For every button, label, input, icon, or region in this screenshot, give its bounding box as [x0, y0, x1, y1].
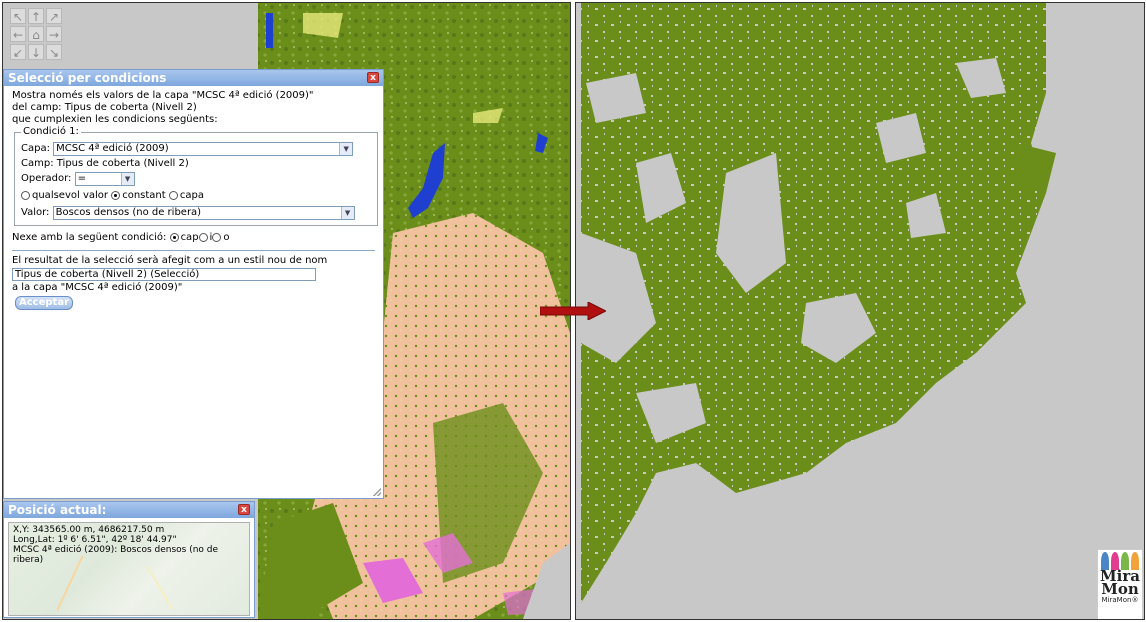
operator-label: Operador:	[21, 172, 72, 184]
any-value-label: qualsevol valor	[32, 189, 109, 201]
pan-northeast-button[interactable]: ↗	[46, 8, 62, 24]
layer-value-readout: MCSC 4ª edició (2009): Boscos densos (no…	[13, 545, 219, 565]
next-and-radio[interactable]	[198, 233, 208, 242]
layer-radio-label: capa	[179, 189, 204, 201]
pan-north-button[interactable]: ↑	[28, 8, 44, 24]
next-none-label: cap	[180, 231, 199, 243]
position-dialog-title: Posició actual:	[8, 503, 107, 517]
pan-northwest-button[interactable]: ↖	[10, 8, 26, 24]
next-or-label: o	[223, 231, 230, 243]
current-position-dialog: Posició actual: x X,Y: 343565.00 m, 4686…	[3, 501, 255, 618]
layer-select[interactable]: MCSC 4ª edició (2009) ▼	[53, 141, 354, 156]
longlat-coordinates: Long,Lat: 1º 6' 6.51", 42º 18' 44.97"	[13, 535, 177, 545]
value-label: Valor:	[21, 206, 50, 218]
resize-handle-icon[interactable]	[373, 488, 381, 496]
right-map-view[interactable]: Mira Mon MiraMon®	[575, 2, 1145, 620]
constant-radio[interactable]	[111, 191, 121, 200]
accept-button[interactable]: Acceptar	[15, 296, 73, 310]
intro-text-3: que cumplexien les condicions següents:	[12, 114, 218, 125]
pan-east-button[interactable]: →	[46, 26, 62, 42]
selection-dialog-title: Selecció per condicions	[8, 71, 167, 85]
next-or-radio[interactable]	[212, 233, 222, 242]
map-navigation-pad: ↖ ↑ ↗ ← ⌂ → ↙ ↓ ↘	[9, 7, 63, 61]
style-name-input[interactable]: Tipus de coberta (Nivell 2) (Selecció)	[12, 268, 316, 281]
logo-tagline: MiraMon®	[1101, 596, 1139, 604]
next-condition-label: Nexe amb la següent condició:	[12, 231, 167, 243]
layer-radio[interactable]	[168, 191, 178, 200]
section-divider	[12, 250, 375, 251]
selection-dialog-titlebar[interactable]: Selecció per condicions x	[4, 70, 383, 86]
field-label: Camp: Tipus de coberta (Nivell 2)	[21, 157, 189, 169]
layer-label: Capa:	[21, 142, 50, 154]
chevron-down-icon: ▼	[120, 172, 134, 185]
operator-select[interactable]: = ▼	[74, 171, 135, 186]
position-dialog-titlebar[interactable]: Posició actual: x	[4, 502, 254, 518]
close-icon[interactable]: x	[367, 72, 379, 83]
chevron-down-icon: ▼	[339, 142, 353, 155]
intro-text-1: Mostra només els valors de la capa "MCSC…	[12, 90, 314, 101]
any-value-radio[interactable]	[21, 191, 30, 200]
condition-1-group: Condició 1: Capa: MCSC 4ª edició (2009) …	[14, 126, 378, 226]
value-select-value: Boscos densos (no de ribera)	[55, 206, 202, 218]
pan-southeast-button[interactable]: ↘	[46, 44, 62, 60]
minimap-road	[146, 565, 174, 611]
logo-text-bottom: Mon	[1101, 580, 1139, 598]
operator-select-value: =	[77, 172, 86, 184]
pan-southwest-button[interactable]: ↙	[10, 44, 26, 60]
chevron-down-icon: ▼	[340, 206, 354, 219]
intro-text-2: del camp: Tipus de coberta (Nivell 2)	[12, 102, 197, 113]
pan-west-button[interactable]: ←	[10, 26, 26, 42]
xy-coordinates: X,Y: 343565.00 m, 4686217.50 m	[13, 525, 165, 535]
next-none-radio[interactable]	[169, 233, 179, 242]
red-arrow-icon	[540, 302, 606, 320]
value-select[interactable]: Boscos densos (no de ribera) ▼	[52, 205, 355, 220]
condition-1-legend: Condició 1:	[23, 126, 79, 137]
target-layer-text: a la capa "MCSC 4ª edició (2009)"	[12, 282, 183, 293]
miramon-logo: Mira Mon MiraMon®	[1097, 549, 1143, 619]
home-view-button[interactable]: ⌂	[28, 26, 44, 42]
layer-select-value: MCSC 4ª edició (2009)	[56, 142, 169, 154]
constant-label: constant	[122, 189, 166, 201]
result-description: El resultat de la selecció serà afegit c…	[12, 255, 328, 266]
selection-by-conditions-dialog: Selecció per condicions x Mostra només e…	[3, 69, 384, 499]
close-icon[interactable]: x	[238, 504, 250, 515]
selection-result-map	[576, 3, 1144, 619]
position-info-box: X,Y: 343565.00 m, 4686217.50 m Long,Lat:…	[8, 522, 250, 616]
pan-south-button[interactable]: ↓	[28, 44, 44, 60]
